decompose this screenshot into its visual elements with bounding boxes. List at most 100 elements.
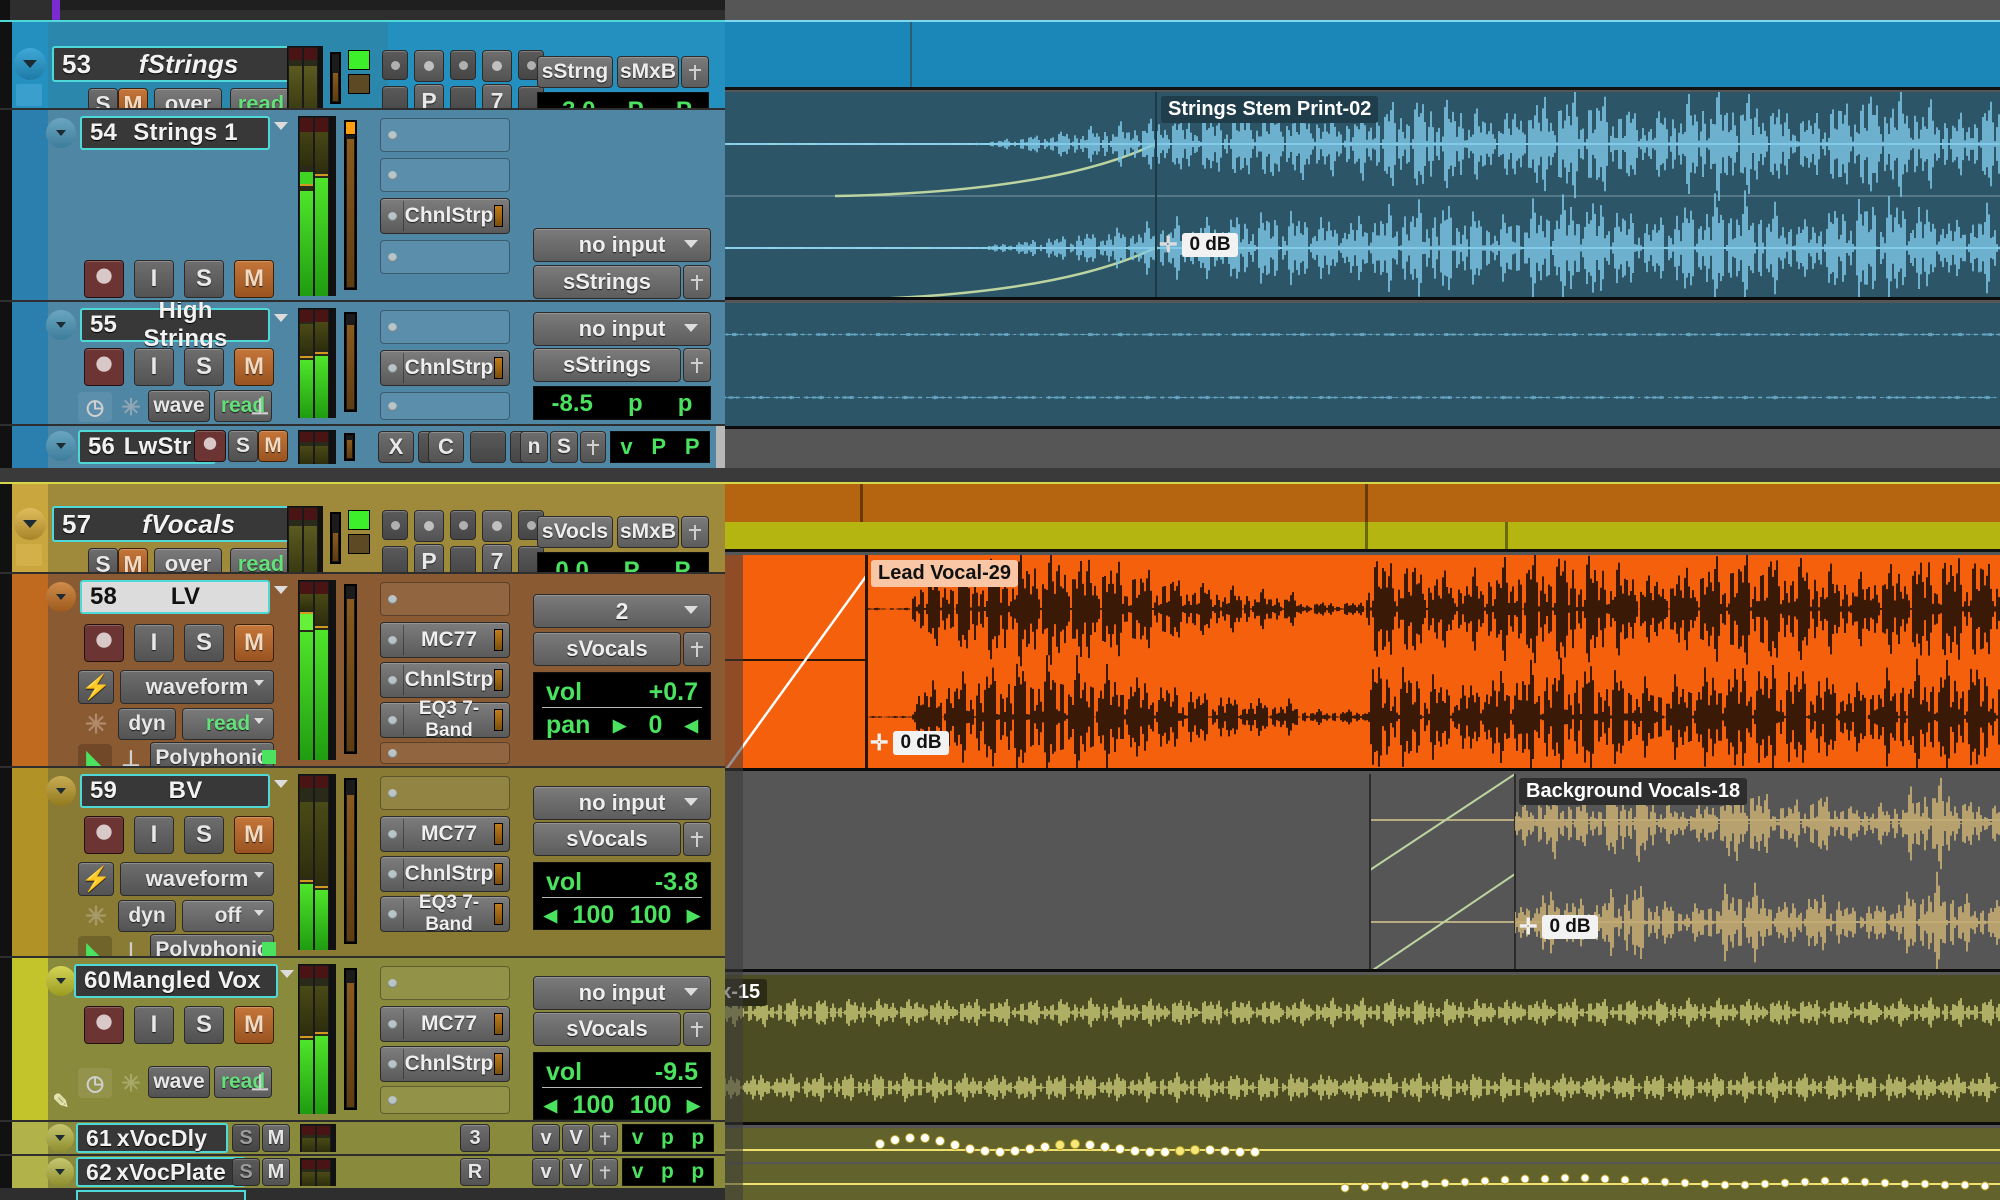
- track-63-name-field-partial[interactable]: [76, 1190, 246, 1200]
- track-53-fader[interactable]: [330, 52, 341, 104]
- track-58-insert-e[interactable]: [380, 742, 510, 764]
- track-53-rec-led[interactable]: [348, 50, 370, 70]
- track-58-dyn-button[interactable]: dyn: [118, 708, 176, 740]
- folder-lane-57-lower[interactable]: [725, 522, 2000, 552]
- voice57-slot-1[interactable]: [382, 510, 408, 540]
- track-60-clock-icon[interactable]: ◷: [78, 1068, 112, 1098]
- track-58-elastic-enabled-icon[interactable]: ◣: [78, 744, 112, 766]
- track-57-voice-button[interactable]: P: [414, 544, 444, 572]
- track-62-field-v[interactable]: v: [532, 1158, 560, 1186]
- track-59-insert-eq3[interactable]: EQ3 7-Band: [380, 896, 510, 932]
- folder-icon-vocals[interactable]: [16, 544, 42, 566]
- track-62-button-r[interactable]: R: [460, 1158, 490, 1186]
- track-56-field-s[interactable]: S: [550, 431, 578, 463]
- track-56-button-c[interactable]: C: [428, 431, 464, 463]
- track-61-solo-button[interactable]: S: [232, 1124, 260, 1152]
- track-54-solo-button[interactable]: S: [184, 260, 224, 298]
- track-row-61[interactable]: 61 xVocDly S M 3 v V v p p: [0, 1122, 725, 1154]
- track-58-tempo-icon[interactable]: ⊥: [116, 744, 146, 766]
- track-61-disclosure[interactable]: [46, 1124, 74, 1152]
- track-58-elastic-icon[interactable]: ⚡: [78, 670, 114, 704]
- track-59-disclosure[interactable]: [46, 776, 76, 806]
- track-58-menu-arrow[interactable]: [274, 586, 288, 594]
- track-61-lcd[interactable]: v p p: [622, 1124, 714, 1152]
- clip-background-vocals-18[interactable]: Background Vocals-18 ✛ 0 dB: [725, 774, 2000, 972]
- voice57-slot-2[interactable]: [414, 510, 444, 542]
- clip-vox-15[interactable]: Vox-15: [725, 975, 2000, 1125]
- track-59-elastic-mode[interactable]: Polyphonic: [150, 934, 274, 956]
- track-59-menu-arrow[interactable]: [274, 780, 288, 788]
- voice-slot-1[interactable]: [382, 50, 408, 80]
- timeline-area[interactable]: Strings Stem Print-02 ✛ 0 dB: [725, 0, 2000, 1200]
- track-60-insert-a[interactable]: [380, 966, 510, 1000]
- track-53-solo-button[interactable]: S: [88, 88, 118, 108]
- track-58-input-monitor-button[interactable]: I: [134, 624, 174, 662]
- track-58-record-button[interactable]: [84, 624, 124, 662]
- track-54-menu-arrow[interactable]: [274, 122, 288, 130]
- track-59-dyn-button[interactable]: dyn: [118, 900, 176, 932]
- voice57-slot-8[interactable]: [450, 546, 476, 572]
- track-59-input-monitor-button[interactable]: I: [134, 816, 174, 854]
- track-54-record-button[interactable]: [84, 260, 124, 298]
- track-54-name-field[interactable]: 54 Strings 1: [80, 116, 270, 150]
- track-57-output-a[interactable]: sVocls: [537, 516, 613, 548]
- track-60-input-monitor-button[interactable]: I: [134, 1006, 174, 1044]
- track-56-mute-button[interactable]: M: [258, 430, 288, 462]
- track-53-voice-count[interactable]: 7: [482, 84, 512, 108]
- track-57-led-2[interactable]: [348, 534, 370, 554]
- clip-lead-vocal-29[interactable]: Lead Vocal-29 ✛ 0 dB: [725, 555, 2000, 771]
- track-row-57[interactable]: 57 fVocals S M over read P: [0, 482, 725, 572]
- folder-lane-53[interactable]: [725, 20, 2000, 90]
- track-59-solo-button[interactable]: S: [184, 816, 224, 854]
- track-62-disclosure[interactable]: [46, 1158, 74, 1186]
- track-54-output-pin[interactable]: [683, 265, 711, 299]
- clip-label-lead-vocal[interactable]: Lead Vocal-29: [871, 560, 1018, 587]
- track-61-mute-button[interactable]: M: [262, 1124, 290, 1152]
- track-57-name-field[interactable]: 57 fVocals: [52, 506, 302, 542]
- track-57-mode-button[interactable]: over: [154, 548, 222, 572]
- track-55-name-field[interactable]: 55 High Strings: [80, 308, 270, 342]
- track-55-clock-icon[interactable]: ◷: [78, 392, 112, 422]
- track-57-disclosure[interactable]: [14, 508, 46, 540]
- track-row-56[interactable]: 56 LwStr S M X C n S v P: [0, 426, 725, 468]
- track-58-output-selector[interactable]: sVocals: [533, 632, 681, 666]
- voice57-slot-6[interactable]: [382, 546, 408, 572]
- track-60-tempo-icon[interactable]: ⊥: [246, 1068, 274, 1098]
- track-54-disclosure[interactable]: [46, 118, 76, 148]
- clip-strings-stem-print-02[interactable]: Strings Stem Print-02 ✛ 0 dB: [725, 92, 2000, 300]
- track-53-voice-button[interactable]: P: [414, 84, 444, 108]
- voice-slot-6[interactable]: [382, 86, 408, 108]
- clip-label-background-vocals[interactable]: Background Vocals-18: [1519, 778, 1747, 805]
- track-60-disclosure[interactable]: [46, 966, 76, 996]
- track-53-name-field[interactable]: 53 fStrings: [52, 46, 302, 82]
- track-56-fader[interactable]: [344, 433, 355, 461]
- track-55-record-button[interactable]: [84, 348, 124, 386]
- track-55-insert-chnlstrp[interactable]: ChnlStrp: [380, 350, 510, 386]
- track-55-input-monitor-button[interactable]: I: [134, 348, 174, 386]
- track-61-field-V2[interactable]: V: [562, 1124, 590, 1152]
- track-58-name-field[interactable]: 58 LV: [80, 580, 270, 614]
- track-59-mute-button[interactable]: M: [234, 816, 274, 854]
- track-row-59[interactable]: 59 BV I S M ⚡ waveform ✳ dyn off ◣ ⊥ Pol…: [0, 768, 725, 956]
- track-53-mode-button[interactable]: over: [154, 88, 222, 108]
- track-55-fader[interactable]: [344, 312, 357, 412]
- track-58-lcd[interactable]: vol +0.7 pan ▶ 0 ◀: [533, 672, 711, 740]
- track-60-menu-arrow[interactable]: [280, 970, 294, 978]
- track-60-view-selector[interactable]: wave: [148, 1066, 210, 1098]
- track-54-mute-button[interactable]: M: [234, 260, 274, 298]
- track-62-mute-button[interactable]: M: [262, 1158, 290, 1186]
- track-55-output-selector[interactable]: sStrings: [533, 348, 681, 382]
- track-58-view-selector[interactable]: waveform: [120, 670, 274, 704]
- track-row-62[interactable]: 62 xVocPlate S M R v V v p p: [0, 1156, 725, 1188]
- track-59-view-selector[interactable]: waveform: [120, 862, 274, 896]
- voice57-slot-4[interactable]: [482, 510, 512, 542]
- track-57-mute-button[interactable]: M: [118, 548, 148, 572]
- track-58-solo-button[interactable]: S: [184, 624, 224, 662]
- track-58-mute-button[interactable]: M: [234, 624, 274, 662]
- track-53-output-a[interactable]: sStrng: [537, 56, 613, 88]
- track-60-name-field[interactable]: 60 Mangled Vox: [74, 964, 278, 998]
- track-59-name-field[interactable]: 59 BV: [80, 774, 270, 808]
- voice-slot-4[interactable]: [482, 50, 512, 82]
- voice-slot-8[interactable]: [450, 86, 476, 108]
- track-53-disclosure[interactable]: [14, 48, 46, 80]
